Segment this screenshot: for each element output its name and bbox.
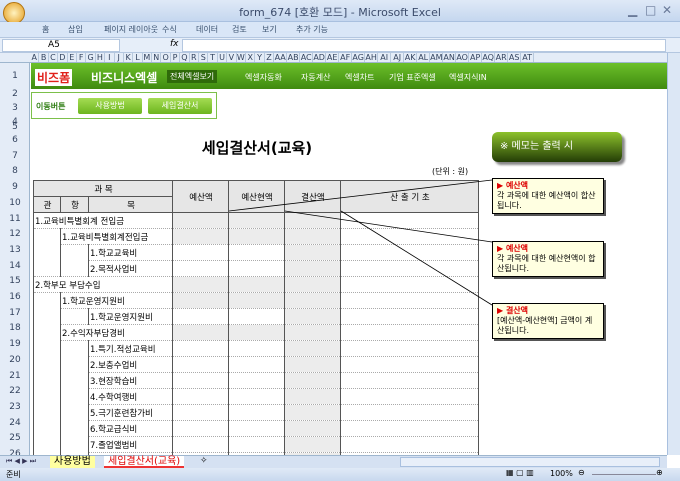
note-title: ▶ 예산액	[497, 244, 529, 253]
zoom-slider[interactable]	[592, 474, 656, 475]
sheet-tab-settlement[interactable]: 세입결산서(교육)	[104, 456, 185, 468]
vertical-scrollbar[interactable]	[667, 53, 680, 455]
note-text: 각 과목에 대한 예산현액이 합산됩니다.	[497, 254, 596, 273]
note-text: 각 과목에 대한 예산액이 합산됩니다.	[497, 191, 596, 210]
zoom-out-icon[interactable]: ⊖	[578, 468, 585, 477]
view-buttons[interactable]: ▦ ▢ ▥	[506, 468, 534, 477]
note-title: ▶ 예산액	[497, 181, 529, 190]
sheet-tab-usage[interactable]: 사용방법	[50, 456, 95, 468]
note-title: ▶ 결산액	[497, 306, 529, 315]
comment-budget-current: ▶ 예산액 각 과목에 대한 예산현액이 합산됩니다.	[492, 241, 604, 277]
comment-settled: ▶ 결산액 [예산액-예산현액] 금액이 계산됩니다.	[492, 303, 604, 339]
insert-sheet-icon[interactable]: ✧	[200, 456, 208, 466]
note-text: [예산액-예산현액] 금액이 계산됩니다.	[497, 316, 593, 335]
horizontal-scrollbar[interactable]	[400, 457, 660, 467]
sheet-nav-arrows[interactable]: ⏮ ◀ ▶ ⏭	[6, 457, 36, 466]
status-ready: 준비	[6, 470, 21, 479]
status-bar: 준비 ▦ ▢ ▥ 100% ⊖ ⊕	[0, 468, 680, 481]
zoom-in-icon[interactable]: ⊕	[656, 468, 663, 477]
zoom-level[interactable]: 100%	[550, 469, 573, 478]
comment-budget: ▶ 예산액 각 과목에 대한 예산액이 합산됩니다.	[492, 178, 604, 214]
sheet-tabs: ⏮ ◀ ▶ ⏭ 사용방법 세입결산서(교육) ✧	[0, 455, 667, 468]
